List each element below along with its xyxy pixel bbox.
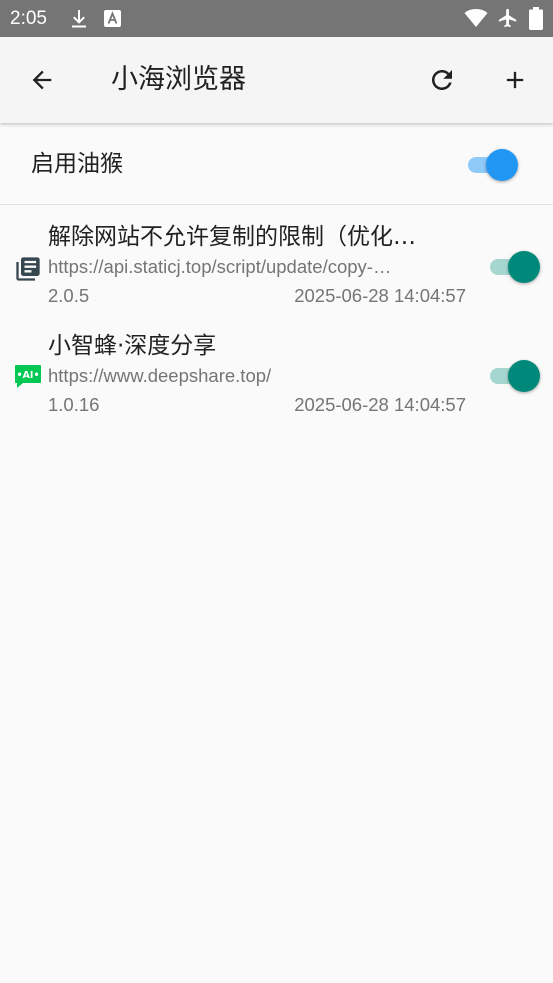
back-button[interactable] [22,60,62,100]
switch-thumb [508,251,540,283]
switch-thumb [508,360,540,392]
arrow-back-icon [32,70,52,90]
script-version: 2.0.5 [48,285,90,306]
script-url: https://api.staticj.top/script/update/co… [48,256,392,277]
refresh-button[interactable] [422,60,462,100]
script-version: 1.0.16 [48,394,100,415]
script-name: 解除网站不允许复制的限制（优化… [48,224,416,250]
status-bar: 2:05 [0,0,553,37]
enable-userscripts-label: 启用油猴 [31,151,123,177]
battery-icon [529,7,543,34]
script-item[interactable]: •AI• 小智蜂·深度分享 https://www.deepshare.top/… [0,330,553,439]
enable-userscripts-row[interactable]: 启用油猴 [0,123,553,205]
ai-chat-icon: •AI• [15,365,41,388]
script-enable-switch[interactable] [490,250,544,284]
text-a-icon [104,10,121,31]
script-url: https://www.deepshare.top/ [48,365,272,386]
airplane-icon [497,7,519,33]
script-date: 2025-06-28 14:04:57 [294,285,466,306]
page-title: 小海浏览器 [111,64,246,95]
script-name: 小智蜂·深度分享 [48,333,217,359]
add-script-button[interactable] [495,60,535,100]
svg-text:•AI•: •AI• [16,370,39,381]
plus-icon [506,71,524,89]
script-enable-switch[interactable] [490,359,544,393]
script-date: 2025-06-28 14:04:57 [294,394,466,415]
switch-thumb [486,149,518,181]
wifi-icon [464,8,488,32]
status-time: 2:05 [10,8,47,29]
refresh-icon [432,70,452,90]
enable-userscripts-switch[interactable] [468,148,522,182]
app-bar: 小海浏览器 [0,37,553,123]
script-item[interactable]: 解除网站不允许复制的限制（优化… https://api.staticj.top… [0,221,553,330]
download-icon [70,9,88,33]
document-icon [16,257,40,281]
